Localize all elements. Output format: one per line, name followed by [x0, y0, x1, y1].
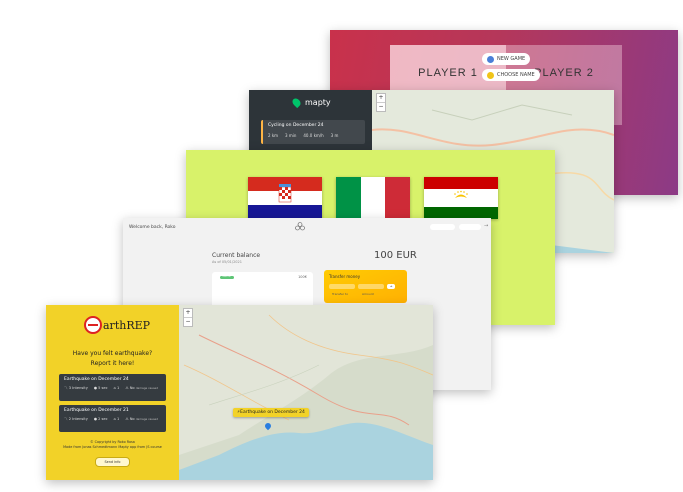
movement-amount: 100€ [298, 275, 307, 279]
report-question: Have you felt earthquake? [72, 350, 153, 357]
earthquake-report-card[interactable]: Earthquake on December 21 〽 2 Intensity … [59, 405, 166, 432]
copyright-text: © Copyright by Roko Rosa Made from Jonas… [46, 440, 179, 450]
transfer-submit-button[interactable]: → [387, 284, 395, 289]
login-pin-input[interactable] [459, 224, 481, 230]
workout-speed: 40.0 km/h [303, 133, 324, 138]
new-game-label: NEW GAME [497, 56, 526, 62]
transfer-to-input[interactable] [329, 284, 355, 289]
report-damage: ⚠ No damage caused [125, 386, 159, 390]
italy-flag[interactable] [336, 177, 410, 219]
amount-label: Amount [362, 292, 374, 296]
login-user-input[interactable] [430, 224, 455, 230]
popup-text: Earthquake on December 24 [240, 410, 305, 415]
bank-logo-icon [295, 222, 305, 231]
zoom-in-button[interactable]: + [377, 94, 385, 102]
welcome-message: Welcome back, Roko [129, 225, 176, 230]
earthquake-map [179, 305, 433, 480]
report-duration: ● 5 sec [93, 386, 108, 390]
report-title: Earthquake on December 21 [64, 408, 129, 413]
earthquake-report-card[interactable]: Earthquake on December 24 〽 3 Intensity … [59, 374, 166, 401]
refresh-icon [487, 55, 494, 63]
mapty-logo: mapty [290, 96, 331, 109]
transfer-title: Transfer money [329, 274, 361, 279]
deposit-badge-label: DEPOSIT [222, 276, 232, 278]
balance-date: As of 05/01/2021 [212, 260, 242, 264]
deposit-badge: DEPOSIT [220, 276, 234, 279]
workout-distance: 2 km [268, 133, 279, 138]
report-title: Earthquake on December 24 [64, 377, 129, 382]
earthrep-logo: arthREP [84, 316, 150, 334]
earthrep-screenshot: + − ⚡Earthquake on December 24 arthREP H… [46, 305, 433, 480]
zoom-in-button[interactable]: + [184, 309, 192, 317]
croatia-flag[interactable] [248, 177, 322, 219]
seismograph-icon [84, 316, 102, 334]
report-prompt: Report it here! [90, 360, 135, 367]
report-stats: 〽 2 Intensity ● 2 sec ⌂ 1 ⚠ No damage ca… [64, 417, 158, 422]
mapty-brand: mapty [305, 98, 331, 107]
transfer-amount-input[interactable] [358, 284, 384, 289]
earthquake-popup[interactable]: ⚡Earthquake on December 24 [233, 408, 309, 417]
balance-value: 100 EUR [374, 250, 417, 261]
new-game-button[interactable]: NEW GAME [482, 53, 531, 65]
workout-elevation: 3 m [330, 133, 339, 138]
zoom-out-button[interactable]: − [377, 102, 385, 111]
map-zoom-control[interactable]: + − [183, 308, 193, 327]
map-pin-icon [290, 96, 303, 109]
report-count: ⌂ 1 [113, 417, 120, 421]
workout-title: Cycling on December 24 [268, 123, 324, 128]
choose-name-button[interactable]: CHOOSE NAME [482, 69, 540, 81]
report-damage: ⚠ No damage caused [125, 417, 159, 421]
map-zoom-control[interactable]: + − [376, 93, 386, 112]
login-arrow-icon[interactable]: → [484, 223, 488, 229]
transfer-to-label: Transfer to [332, 292, 349, 296]
workout-card[interactable]: Cycling on December 24 2 km 3 min 40.0 k… [261, 120, 365, 144]
report-stats: 〽 3 Intensity ● 5 sec ⌂ 1 ⚠ No damage ca… [64, 386, 158, 391]
send-info-button[interactable]: Send info [95, 457, 130, 467]
credit-line: Made from Jonas Schmedtmann Mapty app fr… [63, 445, 162, 449]
earthrep-sidebar: arthREP Have you felt earthquake? Report… [46, 305, 179, 480]
report-intensity: 〽 2 Intensity [64, 417, 88, 421]
tajikistan-flag[interactable] [424, 177, 498, 219]
balance-label: Current balance [212, 252, 261, 259]
earthrep-brand: arthREP [103, 318, 151, 332]
report-duration: ● 2 sec [93, 417, 108, 421]
transfer-panel: Transfer money → Transfer to Amount [324, 270, 407, 303]
choose-name-label: CHOOSE NAME [497, 72, 535, 78]
workout-duration: 3 min [285, 133, 297, 138]
report-count: ⌂ 1 [113, 386, 120, 390]
workout-stats: 2 km 3 min 40.0 km/h 3 m [268, 133, 338, 138]
report-intensity: 〽 3 Intensity [64, 386, 88, 390]
transfer-submit-label: → [389, 284, 393, 288]
user-icon [487, 71, 494, 79]
zoom-out-button[interactable]: − [184, 317, 192, 326]
